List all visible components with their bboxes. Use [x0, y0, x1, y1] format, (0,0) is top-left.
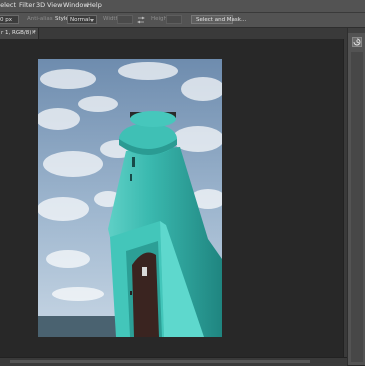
- menu-select[interactable]: Select: [0, 1, 16, 9]
- tower-window: [132, 157, 135, 167]
- anti-alias-checkbox[interactable]: Anti-alias: [27, 16, 53, 22]
- menu-3d[interactable]: 3D: [36, 1, 45, 9]
- style-dropdown[interactable]: Normal: [67, 15, 97, 24]
- panel-strip: [351, 52, 363, 362]
- feather-value: 0 px: [0, 17, 12, 23]
- select-and-mask-button[interactable]: Select and Mask...: [191, 15, 246, 24]
- close-icon[interactable]: ×: [31, 29, 36, 36]
- lighthouse-photo[interactable]: [38, 59, 222, 337]
- door-hinge: [130, 291, 132, 295]
- chevron-down-icon: [90, 19, 94, 22]
- menu-help[interactable]: Help: [87, 1, 102, 9]
- menu-bar: Select Filter 3D View Window Help: [0, 0, 365, 13]
- style-value: Normal: [70, 17, 90, 23]
- lighthouse-door: [132, 252, 159, 337]
- swap-arrows-icon[interactable]: [137, 16, 145, 24]
- menu-filter[interactable]: Filter: [19, 1, 35, 9]
- right-panel-dock: [347, 28, 365, 365]
- lighthouse-lantern-top: [130, 111, 176, 127]
- door-sign: [142, 267, 147, 276]
- menu-window[interactable]: Window: [63, 1, 89, 9]
- select-and-mask-label: Select and Mask...: [196, 17, 247, 23]
- menu-view[interactable]: View: [47, 1, 62, 9]
- feather-field[interactable]: 0 px: [0, 15, 19, 24]
- history-icon: [353, 38, 361, 46]
- panel-collapse-bar[interactable]: [348, 28, 365, 33]
- width-field[interactable]: [117, 15, 133, 24]
- options-bar: 0 px Anti-alias Style: Normal Width: Hei…: [0, 13, 365, 28]
- document-tab-row: r 1, RGB/8) * ×: [0, 28, 347, 39]
- history-panel-button[interactable]: [352, 37, 362, 47]
- height-field[interactable]: [166, 15, 182, 24]
- tower-window: [130, 174, 132, 181]
- document-tab[interactable]: r 1, RGB/8) * ×: [0, 28, 39, 39]
- horizontal-scrollbar-thumb[interactable]: [10, 360, 310, 363]
